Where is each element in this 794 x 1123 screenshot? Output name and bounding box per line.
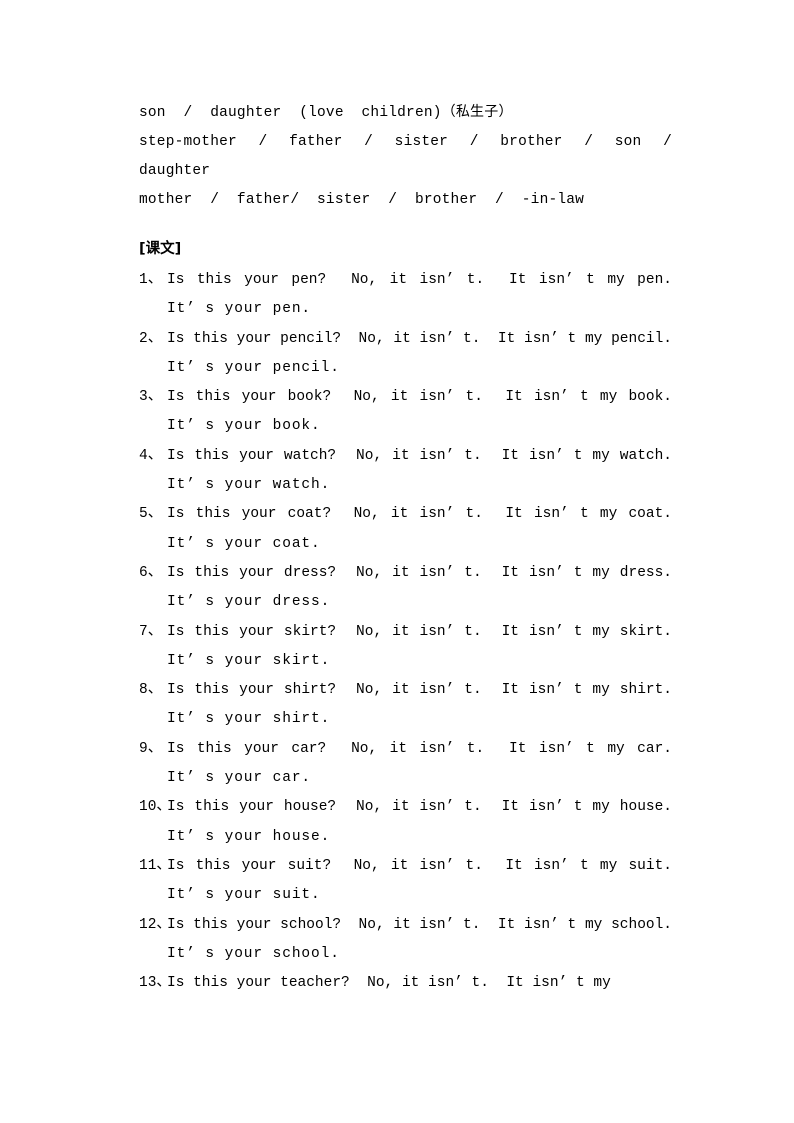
drill-item: 12、 Is this your school? No, it isn’ t. I… [139,911,672,970]
drill-item-answer: It’ s your suit. [167,887,321,904]
drill-item: 10、 Is this your house? No, it isn’ t. It… [139,793,672,852]
drill-item-number: 9、 [139,740,163,757]
drill-item-answer: It’ s your book. [167,418,321,435]
drill-item-number: 12、 [139,916,171,933]
document-page: son / daughter (love children)（私生子） step… [0,0,794,1123]
drill-item: 9、 Is this your car? No, it isn’ t. It is… [139,735,672,794]
drill-item-number: 6、 [139,564,163,581]
drill-item: 3、 Is this your book? No, it isn’ t. It i… [139,383,672,442]
drill-item-number: 4、 [139,447,163,464]
drill-item-answer: It’ s your car. [167,770,312,787]
drill-item-answer: It’ s your school. [167,945,340,962]
vocabulary-line-1-text: son / daughter (love children) [139,105,442,121]
drill-item-number: 11、 [139,857,171,874]
drill-item-question: Is this your pen? No, it isn’ t. It isn’… [167,272,672,288]
drill-item-number: 2、 [139,330,163,347]
drill-item: 11、 Is this your suit? No, it isn’ t. It … [139,852,672,911]
drill-item-answer: It’ s your coat. [167,535,321,552]
drill-item: 1、 Is this your pen? No, it isn’ t. It is… [139,266,672,325]
drill-item-answer: It’ s your shirt. [167,711,331,728]
drill-item-answer: It’ s your pencil. [167,359,340,376]
drill-item-number: 3、 [139,389,163,406]
drill-item-number: 13、 [139,975,171,992]
drill-item-question: Is this your teacher? No, it isn’ t. It … [167,975,611,992]
drill-item-question: Is this your skirt? No, it isn’ t. It is… [167,623,672,640]
drill-list: 1、 Is this your pen? No, it isn’ t. It is… [139,266,672,998]
drill-item-answer: It’ s your watch. [167,477,331,494]
drill-item-question: Is this your suit? No, it isn’ t. It isn… [167,857,672,874]
drill-item-number: 7、 [139,623,163,640]
section-heading-text: [课文] [139,241,182,257]
drill-item-question: Is this your shirt? No, it isn’ t. It is… [167,682,672,699]
drill-item-number: 8、 [139,682,163,699]
drill-item-question: Is this your car? No, it isn’ t. It isn’… [167,740,672,757]
vocabulary-line-1-cjk: （私生子） [441,104,513,120]
vocabulary-block: son / daughter (love children)（私生子） step… [139,98,672,215]
vocabulary-line-4: mother / father/ sister / brother / -in-… [139,192,585,208]
drill-item-number: 1、 [139,272,163,288]
drill-item: 4、 Is this your watch? No, it isn’ t. It … [139,442,672,501]
drill-item-answer: It’ s your pen. [167,301,312,318]
page-content: son / daughter (love children)（私生子） step… [139,98,672,998]
drill-item-question: Is this your watch? No, it isn’ t. It is… [167,447,672,464]
vocabulary-line-2: step-mother / father / sister / brother … [139,134,672,150]
drill-item-answer: It’ s your house. [167,828,331,845]
drill-item: 2、 Is this your pencil? No, it isn’ t. It… [139,325,672,384]
drill-item-answer: It’ s your dress. [167,594,331,611]
drill-item-question: Is this your coat? No, it isn’ t. It isn… [167,506,672,523]
vocabulary-line-1: son / daughter (love children)（私生子） [139,98,672,128]
drill-item-question: Is this your pencil? No, it isn’ t. It i… [167,330,672,347]
drill-item: 13、 Is this your teacher? No, it isn’ t. … [139,969,672,998]
drill-item: 6、 Is this your dress? No, it isn’ t. It … [139,559,672,618]
drill-item-number: 10、 [139,799,171,816]
drill-item-question: Is this your house? No, it isn’ t. It is… [167,799,672,816]
drill-item-question: Is this your dress? No, it isn’ t. It is… [167,564,672,581]
drill-item-question: Is this your school? No, it isn’ t. It i… [167,916,672,933]
vocabulary-line-3: daughter [139,163,211,179]
drill-item-number: 5、 [139,506,163,523]
drill-item: 5、 Is this your coat? No, it isn’ t. It i… [139,500,672,559]
drill-item-answer: It’ s your skirt. [167,652,331,669]
drill-item: 8、 Is this your shirt? No, it isn’ t. It … [139,676,672,735]
drill-item-question: Is this your book? No, it isn’ t. It isn… [167,389,672,406]
drill-item: 7、 Is this your skirt? No, it isn’ t. It … [139,618,672,677]
